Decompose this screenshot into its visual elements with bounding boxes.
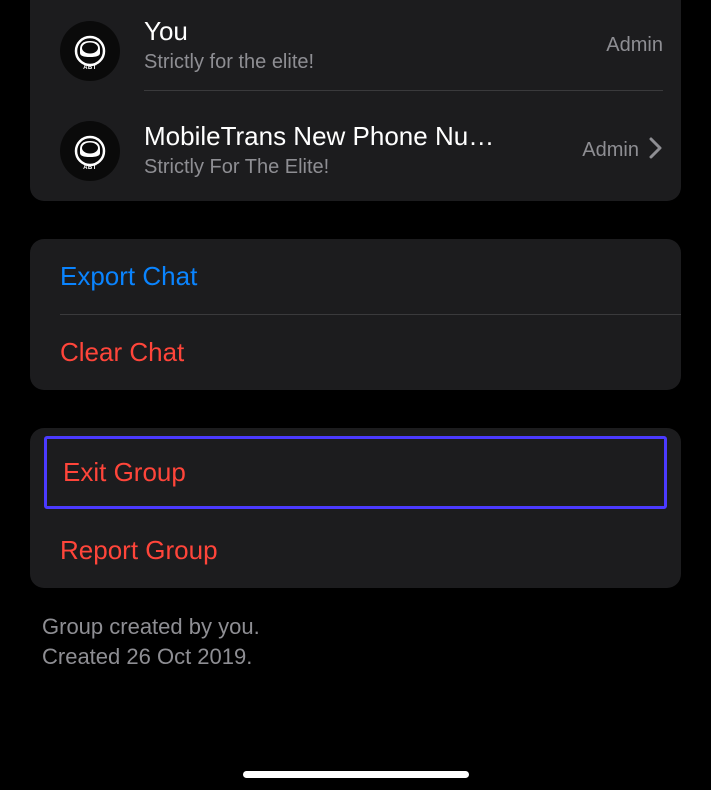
participant-row-you[interactable]: ABT You Strictly for the elite! Admin bbox=[30, 0, 681, 101]
participant-role-badge: Admin bbox=[606, 34, 663, 57]
participant-status: Strictly for the elite! bbox=[144, 51, 592, 74]
exit-group-button[interactable]: Exit Group bbox=[44, 436, 667, 509]
group-actions-section: Exit Group Report Group bbox=[30, 428, 681, 588]
chevron-right-icon bbox=[649, 137, 663, 164]
astronaut-icon bbox=[74, 35, 106, 67]
astronaut-icon bbox=[74, 135, 106, 167]
footer-line-1: Group created by you. bbox=[42, 612, 669, 643]
report-group-button[interactable]: Report Group bbox=[30, 513, 681, 588]
group-created-info: Group created by you. Created 26 Oct 201… bbox=[42, 612, 669, 674]
participant-row-mobiletrans[interactable]: ABT MobileTrans New Phone Nu… Strictly F… bbox=[30, 101, 681, 201]
avatar-label: ABT bbox=[83, 65, 97, 71]
participant-name: MobileTrans New Phone Nu… bbox=[144, 121, 568, 152]
avatar: ABT bbox=[60, 121, 120, 181]
footer-line-2: Created 26 Oct 2019. bbox=[42, 642, 669, 673]
participants-section: ABT You Strictly for the elite! Admin AB… bbox=[30, 0, 681, 201]
home-indicator[interactable] bbox=[243, 771, 469, 778]
clear-chat-button[interactable]: Clear Chat bbox=[30, 315, 681, 390]
export-chat-button[interactable]: Export Chat bbox=[30, 239, 681, 314]
avatar: ABT bbox=[60, 21, 120, 81]
chat-actions-section: Export Chat Clear Chat bbox=[30, 239, 681, 390]
participant-name: You bbox=[144, 16, 592, 47]
avatar-label: ABT bbox=[83, 165, 97, 171]
participant-role-badge: Admin bbox=[582, 139, 639, 162]
participant-status: Strictly For The Elite! bbox=[144, 156, 568, 179]
